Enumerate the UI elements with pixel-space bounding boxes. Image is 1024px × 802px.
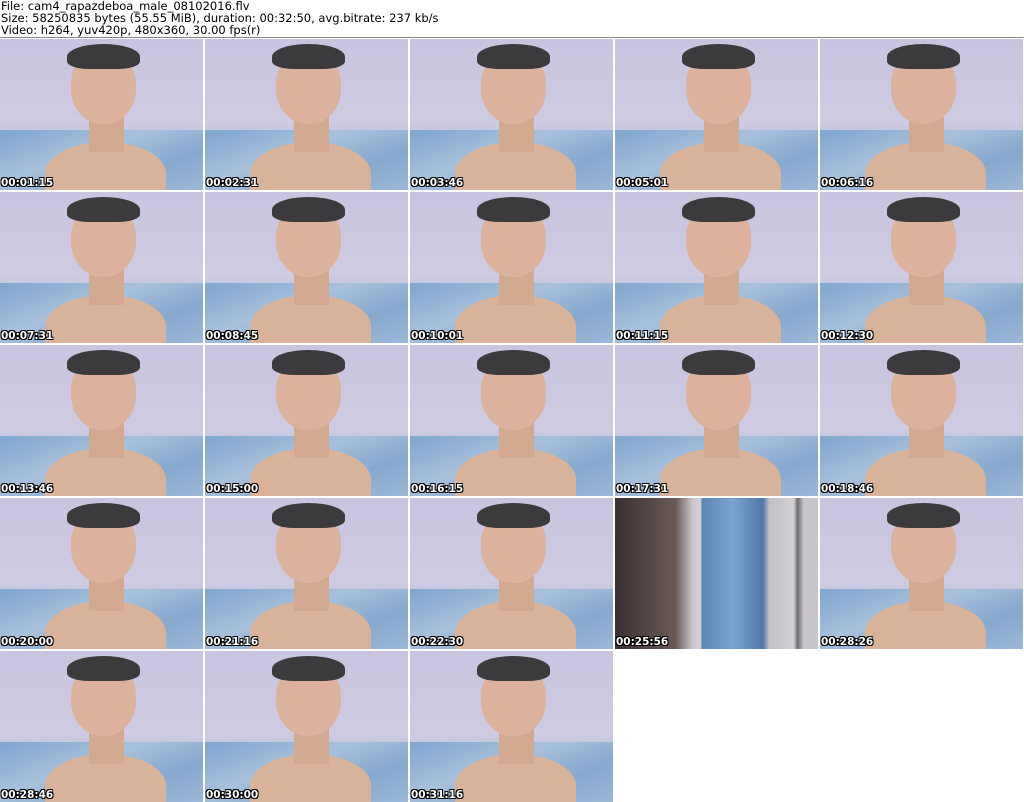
thumbnail-timestamp: 00:28:46 [1, 789, 54, 801]
thumbnail-timestamp: 00:02:31 [206, 177, 259, 189]
video-thumbnail[interactable]: 00:20:00 [0, 498, 203, 649]
thumbnail-timestamp: 00:05:01 [616, 177, 669, 189]
video-thumbnail[interactable]: 00:12:30 [820, 192, 1023, 343]
header-divider [0, 37, 1024, 38]
thumbnail-hair [271, 196, 346, 223]
thumbnail-hair [886, 196, 961, 223]
video-thumbnail[interactable]: 00:15:00 [205, 345, 408, 496]
video-thumbnail[interactable]: 00:31:16 [410, 651, 613, 802]
thumbnail-hair [271, 349, 346, 376]
thumbnail-hair [681, 349, 756, 376]
thumbnail-timestamp: 00:25:56 [616, 636, 669, 648]
video-thumbnail[interactable]: 00:07:31 [0, 192, 203, 343]
thumbnail-timestamp: 00:07:31 [1, 330, 54, 342]
thumbnail-timestamp: 00:31:16 [411, 789, 464, 801]
video-thumbnail[interactable]: 00:18:46 [820, 345, 1023, 496]
thumbnail-hair [66, 655, 141, 682]
thumbnail-hair [66, 43, 141, 70]
video-thumbnail[interactable]: 00:03:46 [410, 39, 613, 190]
thumbnail-hair [271, 43, 346, 70]
video-thumbnail[interactable]: 00:11:15 [615, 192, 818, 343]
video-thumbnail[interactable]: 00:13:46 [0, 345, 203, 496]
thumbnail-timestamp: 00:21:16 [206, 636, 259, 648]
thumbnail-hair [271, 502, 346, 529]
thumbnail-hair [66, 349, 141, 376]
video-info-line: Video: h264, yuv420p, 480x360, 30.00 fps… [1, 23, 261, 37]
thumbnail-timestamp: 00:12:30 [821, 330, 874, 342]
thumbnail-hair [886, 349, 961, 376]
video-thumbnail[interactable]: 00:01:15 [0, 39, 203, 190]
video-thumbnail[interactable]: 00:06:16 [820, 39, 1023, 190]
thumbnail-timestamp: 00:22:30 [411, 636, 464, 648]
thumbnail-timestamp: 00:06:16 [821, 177, 874, 189]
video-thumbnail[interactable]: 00:28:26 [820, 498, 1023, 649]
thumbnail-timestamp: 00:03:46 [411, 177, 464, 189]
thumbnail-hair [66, 196, 141, 223]
thumbnail-timestamp: 00:30:00 [206, 789, 259, 801]
thumbnail-timestamp: 00:18:46 [821, 483, 874, 495]
thumbnail-timestamp: 00:01:15 [1, 177, 54, 189]
video-thumbnail[interactable]: 00:22:30 [410, 498, 613, 649]
video-thumbnail[interactable]: 00:17:31 [615, 345, 818, 496]
thumbnail-hair [476, 655, 551, 682]
thumbnail-timestamp: 00:16:15 [411, 483, 464, 495]
video-thumbnail[interactable]: 00:16:15 [410, 345, 613, 496]
thumbnail-timestamp: 00:17:31 [616, 483, 669, 495]
thumbnail-hair [681, 43, 756, 70]
video-thumbnail[interactable]: 00:08:45 [205, 192, 408, 343]
thumbnail-timestamp: 00:28:26 [821, 636, 874, 648]
thumbnail-hair [476, 349, 551, 376]
thumbnail-hair [681, 196, 756, 223]
thumbnail-timestamp: 00:13:46 [1, 483, 54, 495]
thumbnail-timestamp: 00:10:01 [411, 330, 464, 342]
video-thumbnail[interactable]: 00:02:31 [205, 39, 408, 190]
thumbnail-timestamp: 00:11:15 [616, 330, 669, 342]
thumbnail-hair [66, 502, 141, 529]
video-thumbnail[interactable]: 00:21:16 [205, 498, 408, 649]
thumbnail-timestamp: 00:20:00 [1, 636, 54, 648]
thumbnail-timestamp: 00:08:45 [206, 330, 259, 342]
thumbnail-hair [476, 43, 551, 70]
thumbnail-hair [271, 655, 346, 682]
thumbnail-hair [886, 43, 961, 70]
video-thumbnail[interactable]: 00:25:56 [615, 498, 818, 649]
video-thumbnail[interactable]: 00:05:01 [615, 39, 818, 190]
video-thumbnail[interactable]: 00:10:01 [410, 192, 613, 343]
video-thumbnail[interactable]: 00:28:46 [0, 651, 203, 802]
thumbnail-grid: 00:01:15 00:02:31 00:03:46 00:05:01 00:06:16… [0, 39, 1023, 802]
thumbnail-timestamp: 00:15:00 [206, 483, 259, 495]
thumbnail-hair [476, 196, 551, 223]
video-thumbnail[interactable]: 00:30:00 [205, 651, 408, 802]
thumbnail-hair [886, 502, 961, 529]
file-info-header: File: cam4_rapazdeboa_male_08102016.flv … [1, 0, 439, 36]
thumbnail-hair [476, 502, 551, 529]
